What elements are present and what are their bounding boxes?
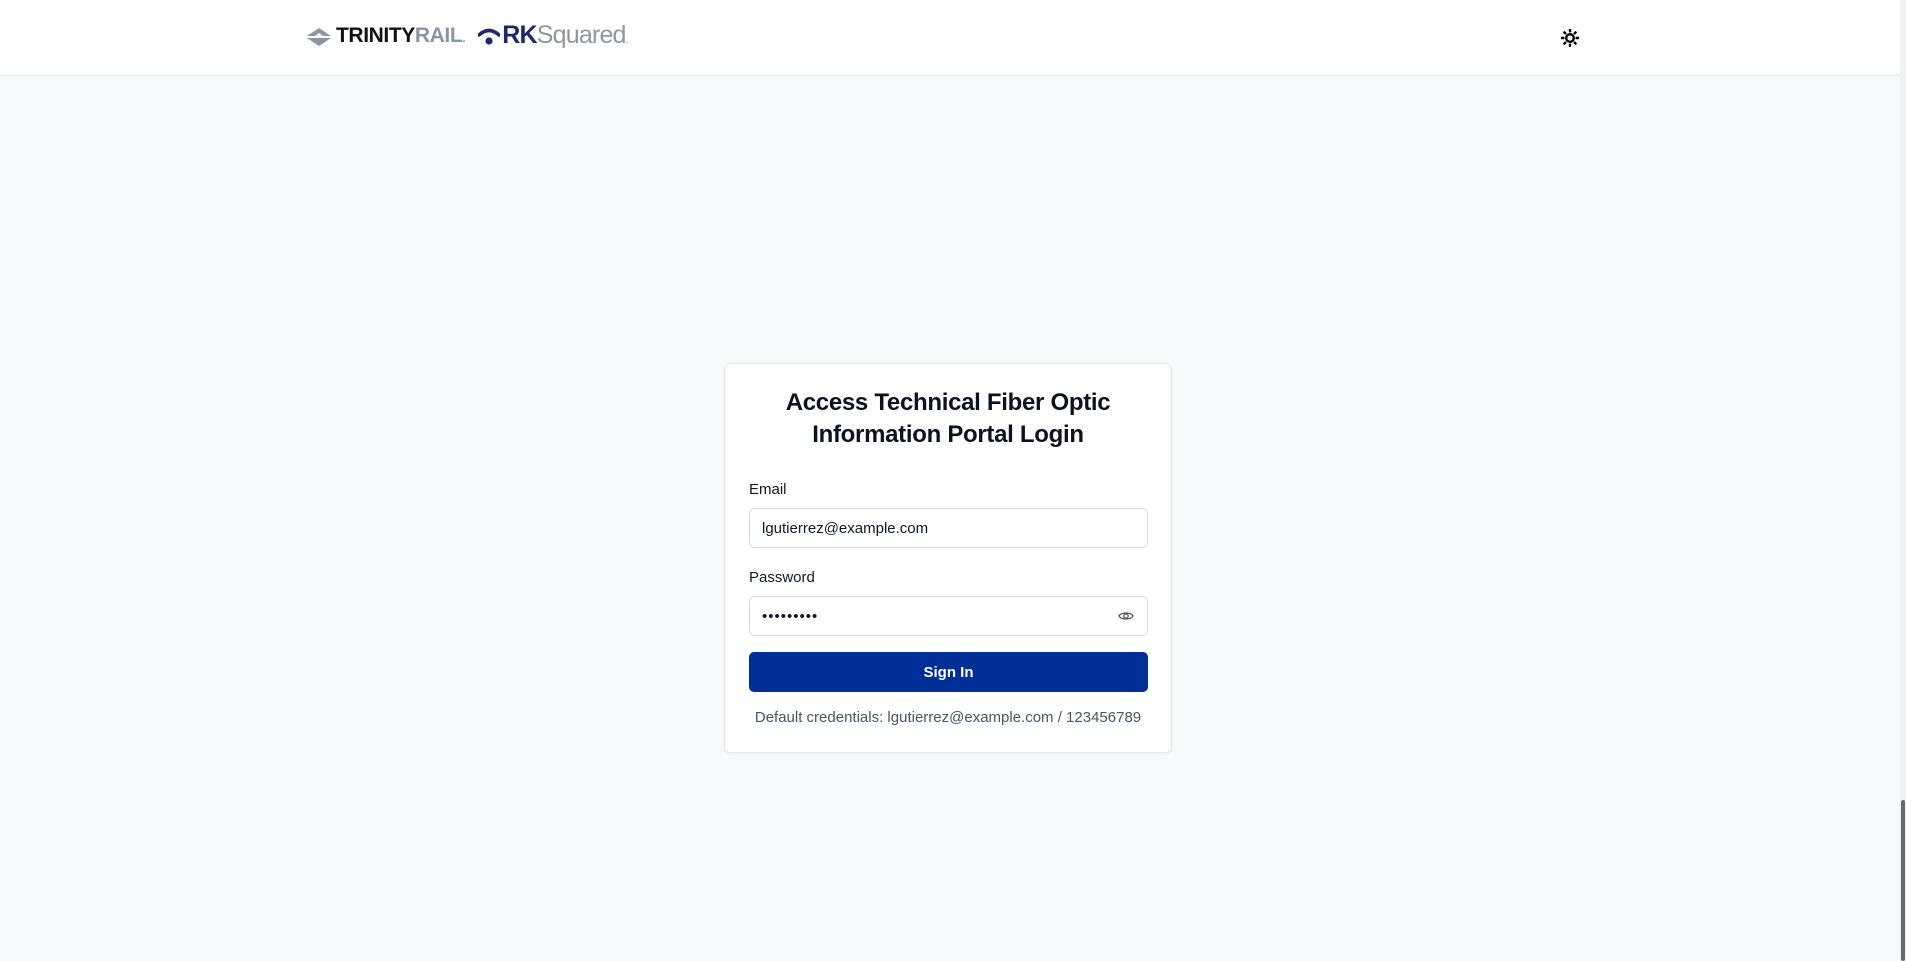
top-header: TRINITYRAIL. RKSquared.: [0, 0, 1900, 76]
page-scrollbar[interactable]: [1900, 0, 1906, 961]
sign-in-button[interactable]: Sign In: [749, 652, 1148, 692]
sun-icon: [1561, 29, 1579, 47]
rk-word: RK: [502, 20, 537, 49]
password-label: Password: [749, 569, 815, 586]
theme-toggle-button[interactable]: [1558, 26, 1582, 50]
rksquared-logo[interactable]: RKSquared.: [478, 20, 629, 55]
brand-logos: TRINITYRAIL. RKSquared.: [307, 20, 629, 55]
login-title: Access Technical Fiber Optic Information…: [785, 389, 1111, 448]
email-field[interactable]: [749, 508, 1148, 548]
password-field[interactable]: [749, 596, 1148, 636]
rk-dot: .: [625, 33, 629, 46]
trinity-mark-icon: [307, 28, 331, 46]
trinityrail-wordmark: TRINITYRAIL.: [336, 21, 466, 53]
login-card: Access Technical Fiber Optic Information…: [724, 363, 1172, 753]
email-label: Email: [749, 481, 787, 498]
signal-mark-icon: [478, 28, 501, 45]
squared-word: Squared: [536, 20, 627, 49]
trinityrail-logo[interactable]: TRINITYRAIL.: [307, 21, 466, 53]
rail-word: RAIL: [414, 24, 463, 47]
show-password-toggle[interactable]: [1118, 608, 1134, 624]
default-credentials-hint: Default credentials: lgutierrez@example.…: [754, 709, 1142, 726]
eye-icon: [1118, 612, 1134, 620]
scrollbar-thumb[interactable]: [1901, 800, 1905, 961]
rksquared-wordmark: RKSquared.: [502, 20, 629, 55]
trinity-dot: .: [462, 31, 466, 45]
trinity-word: TRINITY: [336, 24, 415, 47]
